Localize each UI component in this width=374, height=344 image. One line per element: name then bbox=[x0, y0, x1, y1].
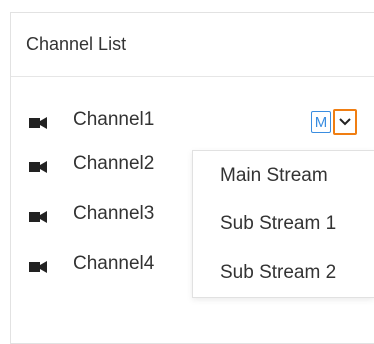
channel-row-1[interactable]: Channel1 M bbox=[0, 101, 364, 145]
video-camera-icon bbox=[29, 117, 47, 129]
panel-title: Channel List bbox=[11, 13, 374, 77]
video-camera-icon bbox=[29, 211, 47, 223]
option-main-stream[interactable]: Main Stream bbox=[193, 153, 374, 199]
channel-label: Channel2 bbox=[73, 153, 155, 174]
stream-dropdown-toggle[interactable] bbox=[333, 109, 357, 135]
video-camera-icon bbox=[29, 161, 47, 173]
main-stream-badge[interactable]: M bbox=[311, 111, 331, 133]
option-sub-stream-1[interactable]: Sub Stream 1 bbox=[193, 201, 374, 247]
channel-label: Channel4 bbox=[73, 253, 155, 274]
option-sub-stream-2[interactable]: Sub Stream 2 bbox=[193, 250, 374, 296]
chevron-down-icon bbox=[339, 118, 351, 126]
stream-dropdown-menu: Main Stream Sub Stream 1 Sub Stream 2 bbox=[192, 150, 374, 298]
channel-label: Channel3 bbox=[73, 203, 155, 224]
video-camera-icon bbox=[29, 261, 47, 273]
channel-label: Channel1 bbox=[73, 109, 155, 130]
